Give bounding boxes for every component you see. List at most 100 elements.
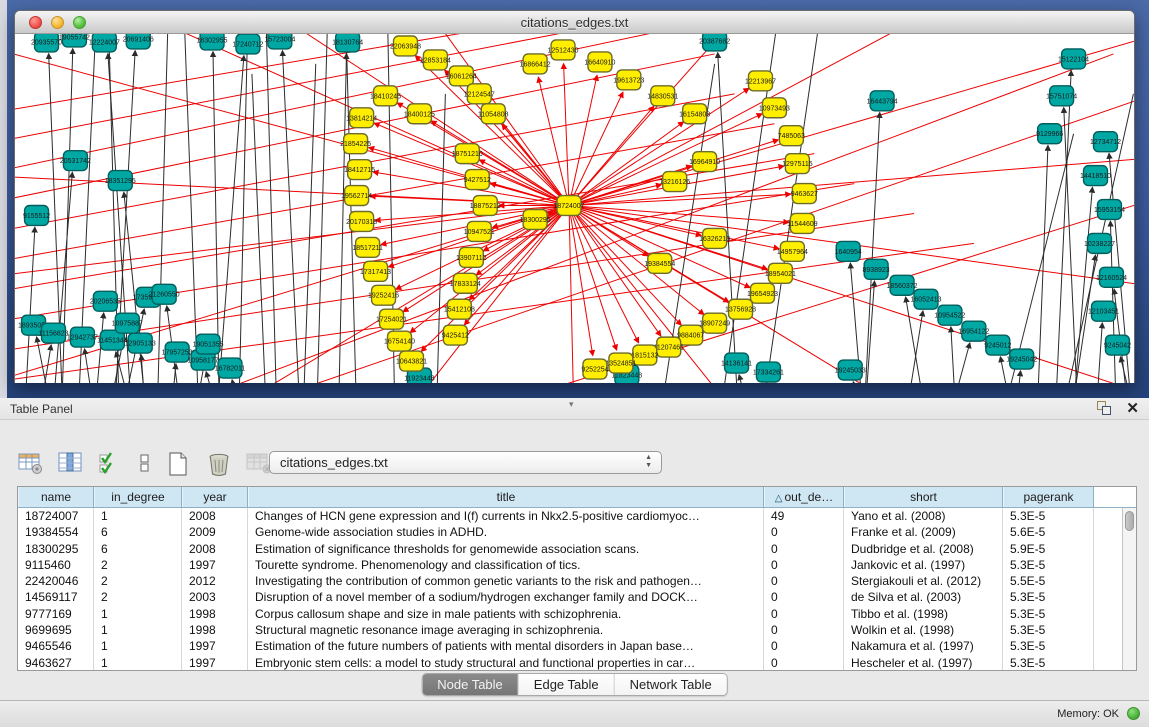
tab-node-table[interactable]: Node Table <box>422 674 519 695</box>
table-cell[interactable]: 9777169 <box>18 606 94 622</box>
table-row[interactable]: 977716911998Corpus callosum shape and si… <box>18 606 1122 622</box>
graph-node-yellow[interactable]: 10947521 <box>464 221 495 241</box>
table-cell[interactable]: 1 <box>94 638 182 654</box>
column-header-title[interactable]: title <box>248 487 764 507</box>
graph-node-teal[interactable]: 16954122 <box>958 321 989 341</box>
graph-node-teal[interactable]: 20531742 <box>60 151 91 171</box>
column-header-in_degree[interactable]: in_degree <box>94 487 182 507</box>
graph-node-yellow[interactable]: 16754140 <box>384 331 415 351</box>
table-cell[interactable]: 2008 <box>182 508 248 524</box>
table-cell[interactable]: Dudbridge et al. (2008) <box>844 541 1003 557</box>
graph-node-yellow[interactable]: 15412108 <box>444 299 475 319</box>
table-cell[interactable]: Structural magnetic resonance image aver… <box>248 622 764 638</box>
graph-node-teal[interactable]: 9245012 <box>984 335 1011 355</box>
graph-node-teal[interactable]: 12224007 <box>89 34 120 52</box>
table-cell[interactable]: 1997 <box>182 557 248 573</box>
table-cell[interactable]: 5.3E-5 <box>1003 638 1094 654</box>
graph-node-yellow[interactable]: 9463627 <box>791 184 818 204</box>
graph-node-teal[interactable]: 20691406 <box>123 34 154 49</box>
graph-node-teal[interactable]: 18130764 <box>332 34 363 52</box>
graph-node-teal[interactable]: 10954522 <box>934 305 965 325</box>
graph-node-teal[interactable]: 19245042 <box>1006 349 1037 369</box>
show-column-icon[interactable] <box>58 451 84 475</box>
table-cell[interactable]: Jankovic et al. (1997) <box>844 557 1003 573</box>
graph-node-teal[interactable]: 14136141 <box>721 353 752 373</box>
table-cell[interactable]: Franke et al. (2009) <box>844 524 1003 540</box>
row-height-icon[interactable] <box>138 451 152 475</box>
tab-network-table[interactable]: Network Table <box>615 674 727 695</box>
graph-node-teal[interactable]: 16443794 <box>867 91 898 111</box>
graph-node-yellow[interactable]: 11054808 <box>478 104 509 124</box>
graph-node-teal[interactable]: 15953154 <box>1094 200 1125 220</box>
graph-node-teal[interactable]: 12905133 <box>125 333 156 353</box>
graph-node-yellow[interactable]: 13756928 <box>725 299 756 319</box>
graph-node-yellow[interactable]: 17254021 <box>376 309 407 329</box>
table-row[interactable]: 911546021997Tourette syndrome. Phenomeno… <box>18 557 1122 573</box>
table-cell[interactable]: 5.3E-5 <box>1003 606 1094 622</box>
table-cell[interactable]: Corpus callosum shape and size in male p… <box>248 606 764 622</box>
table-selector-dropdown[interactable]: citations_edges.txt ▲▼ <box>269 451 662 474</box>
table-cell[interactable]: 9699695 <box>18 622 94 638</box>
table-cell[interactable]: 1998 <box>182 606 248 622</box>
table-cell[interactable]: Tibbo et al. (1998) <box>844 606 1003 622</box>
graph-node-yellow[interactable]: 10643821 <box>396 351 427 371</box>
graph-node-teal[interactable]: 16782011 <box>215 358 246 378</box>
graph-node-teal[interactable]: 18302955 <box>197 34 228 50</box>
delete-rows-trash-icon[interactable] <box>206 451 232 475</box>
graph-node-teal[interactable]: 12160524 <box>1096 267 1127 287</box>
table-cell[interactable]: 0 <box>764 655 844 670</box>
table-cell[interactable]: 5.3E-5 <box>1003 557 1094 573</box>
table-cell[interactable]: 0 <box>764 524 844 540</box>
graph-node-yellow[interactable]: 14830531 <box>647 86 678 106</box>
graph-node-teal[interactable]: 15723004 <box>264 34 295 49</box>
table-cell[interactable]: Hescheler et al. (1997) <box>844 655 1003 670</box>
table-cell[interactable]: 2012 <box>182 573 248 589</box>
table-cell[interactable]: 6 <box>94 524 182 540</box>
table-cell[interactable]: Yano et al. (2008) <box>844 508 1003 524</box>
graph-node-teal[interactable]: 17334261 <box>753 362 784 382</box>
graph-node-yellow[interactable]: 10973493 <box>759 98 790 118</box>
graph-node-yellow[interactable]: 20170318 <box>346 211 377 231</box>
graph-node-teal[interactable]: 20206535 <box>90 291 121 311</box>
table-cell[interactable]: 9465546 <box>18 638 94 654</box>
graph-node-yellow[interactable]: 19654923 <box>747 283 778 303</box>
table-cell[interactable]: 5.3E-5 <box>1003 589 1094 605</box>
table-cell[interactable]: Estimation of significance thresholds fo… <box>248 541 764 557</box>
table-cell[interactable]: de Silva et al. (2003) <box>844 589 1003 605</box>
table-cell[interactable]: 2 <box>94 557 182 573</box>
table-mode-icon[interactable] <box>18 451 44 475</box>
graph-node-yellow[interactable]: 18300295 <box>520 209 551 229</box>
table-cell[interactable]: Investigating the contribution of common… <box>248 573 764 589</box>
table-vertical-scrollbar[interactable] <box>1122 508 1136 670</box>
panel-divider-grip[interactable]: ▾ <box>569 399 574 410</box>
column-header-name[interactable]: name <box>18 487 94 507</box>
table-cell[interactable]: 0 <box>764 573 844 589</box>
graph-node-yellow[interactable]: 12512430 <box>548 40 579 60</box>
graph-node-yellow[interactable]: 18954021 <box>765 263 796 283</box>
graph-node-yellow[interactable]: 11544609 <box>787 213 818 233</box>
graph-node-yellow[interactable]: 21854225 <box>340 134 371 154</box>
graph-node-yellow[interactable]: 9427512 <box>464 170 491 190</box>
table-cell[interactable]: 2003 <box>182 589 248 605</box>
table-cell[interactable]: Tourette syndrome. Phenomenology and cla… <box>248 557 764 573</box>
graph-node-teal[interactable]: 10975887 <box>112 313 143 333</box>
graph-node-yellow[interactable]: 14957964 <box>777 241 808 261</box>
graph-node-teal[interactable]: 18351295 <box>105 171 136 191</box>
table-row[interactable]: 1872400712008Changes of HCN gene express… <box>18 508 1122 524</box>
graph-node-yellow[interactable]: 19252416 <box>368 285 399 305</box>
graph-node-yellow[interactable]: 17317413 <box>360 261 391 281</box>
citation-network-graph[interactable]: 2093557019055742122240072069140618302955… <box>15 34 1134 383</box>
table-row[interactable]: 946362711997Embryonic stem cells: a mode… <box>18 655 1122 670</box>
table-cell[interactable]: 1 <box>94 508 182 524</box>
table-cell[interactable]: 2009 <box>182 524 248 540</box>
graph-node-yellow[interactable]: 19384554 <box>644 253 675 273</box>
graph-node-yellow[interactable]: 12124547 <box>464 84 495 104</box>
table-cell[interactable]: 0 <box>764 606 844 622</box>
table-cell[interactable]: Disruption of a novel member of a sodium… <box>248 589 764 605</box>
graph-node-teal[interactable]: 11156823 <box>39 323 69 343</box>
graph-node-teal[interactable]: 19055742 <box>59 34 90 47</box>
graph-node-yellow[interactable]: 18400125 <box>404 104 435 124</box>
graph-node-teal[interactable]: 15122104 <box>1058 49 1089 69</box>
column-header-short[interactable]: short <box>844 487 1003 507</box>
graph-node-teal[interactable]: 12942737 <box>67 327 98 347</box>
